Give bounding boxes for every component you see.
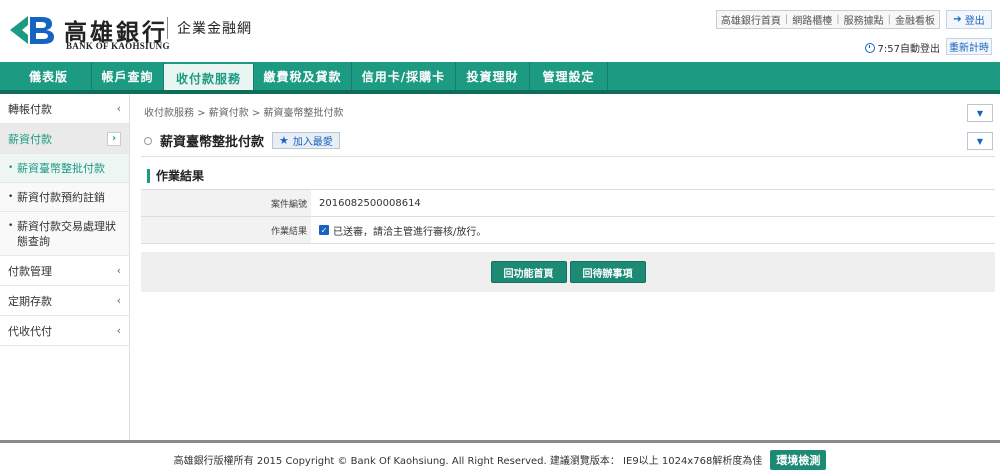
sidebar-subitem-salary-batch[interactable]: • 薪資臺幣整批付款 [0, 154, 129, 183]
top-link-separator: | [887, 14, 891, 25]
top-link-separator: | [836, 14, 840, 25]
sidebar-item-label: 代收代付 [8, 324, 52, 338]
bullet-icon: • [8, 192, 14, 202]
nav-tax-loans[interactable]: 繳費稅及貸款 [254, 62, 352, 90]
footer: 高雄銀行版權所有 2015 Copyright © Bank Of Kaohsi… [0, 443, 1000, 476]
logout-icon: ➔ [953, 14, 962, 25]
page-title: 薪資臺幣整批付款 [160, 135, 265, 150]
bullet-icon: • [8, 163, 14, 173]
top-link-homepage[interactable]: 高雄銀行首頁 [721, 12, 781, 27]
breadcrumb-dropdown-button[interactable]: ▼ [967, 104, 993, 122]
chevron-left-icon: ‹ [116, 102, 121, 115]
title-dropdown-button[interactable]: ▼ [967, 132, 993, 150]
sidebar-subitem-label: 薪資付款交易處理狀態查詢 [17, 220, 116, 248]
title-bullet-icon [144, 136, 152, 145]
sidebar-item-collection[interactable]: 代收代付 ‹ [0, 316, 129, 346]
top-link-finance-board[interactable]: 金融看板 [895, 12, 935, 27]
operation-result-value: 已送審，請洽主管進行審核/放行。 [333, 226, 487, 238]
chevron-right-icon: › [107, 131, 121, 146]
table-row: 案件編號 2016082500008614 [141, 190, 995, 217]
chevron-left-icon: ‹ [116, 324, 121, 337]
sidebar-item-label: 定期存款 [8, 294, 52, 308]
sidebar-item-label: 轉帳付款 [8, 102, 52, 116]
top-link-separator: | [784, 14, 789, 25]
title-divider [141, 156, 995, 157]
main-nav: 儀表版 帳戶查詢 收付款服務 繳費稅及貸款 信用卡/採購卡 投資理財 管理設定 [0, 62, 1000, 93]
renew-session-button[interactable]: 重新計時 [946, 38, 992, 55]
site-name: 企業金融網 [177, 21, 252, 37]
sidebar-item-label: 薪資付款 [8, 132, 52, 146]
table-row: 作業結果 ✓ 已送審，請洽主管進行審核/放行。 [141, 217, 995, 244]
top-link-online-counter[interactable]: 網路櫃檯 [792, 12, 832, 27]
bank-logo[interactable]: 高雄銀行 BANK OF KAOHSIUNG [8, 9, 170, 51]
nav-dashboard[interactable]: 儀表版 [6, 62, 92, 90]
sidebar-subitem-salary-status[interactable]: • 薪資付款交易處理狀態查詢 [0, 212, 129, 256]
nav-account-inquiry[interactable]: 帳戶查詢 [92, 62, 164, 90]
back-to-home-button[interactable]: 回功能首頁 [490, 261, 567, 283]
logo-english-name: BANK OF KAOHSIUNG [66, 41, 170, 51]
add-favorite-button[interactable]: ★ 加入最愛 [272, 132, 340, 149]
sidebar-item-payment-mgmt[interactable]: 付款管理 ‹ [0, 256, 129, 286]
logout-label: 登出 [964, 16, 985, 27]
breadcrumb: 收付款服務 > 薪資付款 > 薪資臺幣整批付款 [144, 108, 344, 119]
chevron-left-icon: ‹ [116, 264, 121, 277]
nav-settings[interactable]: 管理設定 [530, 62, 608, 90]
session-timer: 7:57自動登出 [864, 40, 940, 55]
environment-check-button[interactable]: 環境檢測 [770, 449, 827, 470]
sidebar-item-time-deposit[interactable]: 定期存款 ‹ [0, 286, 129, 316]
sidebar: 轉帳付款 ‹ 薪資付款 › • 薪資臺幣整批付款 • 薪資付款預約註銷 • 薪資… [0, 94, 130, 440]
action-bar: 回功能首頁 回待辦事項 [141, 252, 995, 292]
checkbox-checked-icon: ✓ [319, 225, 329, 235]
case-number-label: 案件編號 [141, 190, 311, 216]
sidebar-item-transfer[interactable]: 轉帳付款 ‹ [0, 94, 129, 124]
top-link-branches[interactable]: 服務據點 [844, 12, 884, 27]
clock-icon [864, 42, 875, 53]
sidebar-item-label: 付款管理 [8, 264, 52, 278]
back-to-pending-button[interactable]: 回待辦事項 [569, 261, 646, 283]
caret-down-icon: ▼ [976, 136, 984, 146]
logout-button[interactable]: ➔ 登出 [946, 10, 992, 29]
sidebar-subitem-salary-cancel[interactable]: • 薪資付款預約註銷 [0, 183, 129, 212]
footer-copyright: 高雄銀行版權所有 2015 Copyright © Bank Of Kaohsi… [173, 456, 763, 467]
result-table: 案件編號 2016082500008614 作業結果 ✓ 已送審，請洽主管進行審… [141, 189, 995, 244]
sidebar-subitem-label: 薪資付款預約註銷 [17, 191, 105, 204]
header: 高雄銀行 BANK OF KAOHSIUNG 企業金融網 高雄銀行首頁 | 網路… [0, 0, 1000, 62]
main-content: 收付款服務 > 薪資付款 > 薪資臺幣整批付款 ▼ 薪資臺幣整批付款 ★ 加入最… [141, 94, 995, 440]
section-title: 作業結果 [147, 167, 204, 184]
nav-investment[interactable]: 投資理財 [456, 62, 530, 90]
session-text: 7:57自動登出 [877, 44, 940, 55]
sidebar-subitem-label: 薪資臺幣整批付款 [17, 162, 105, 175]
sidebar-item-salary[interactable]: 薪資付款 › [0, 124, 129, 154]
nav-payment-services[interactable]: 收付款服務 [164, 62, 254, 93]
add-favorite-label: 加入最愛 [292, 137, 333, 148]
bank-logo-icon [10, 16, 54, 44]
nav-credit-card[interactable]: 信用卡/採購卡 [352, 62, 456, 90]
chevron-left-icon: ‹ [116, 294, 121, 307]
top-links: 高雄銀行首頁 | 網路櫃檯 | 服務據點 | 金融看板 [715, 10, 940, 29]
section-title-text: 作業結果 [156, 169, 205, 183]
case-number-value: 2016082500008614 [319, 197, 421, 209]
section-marker [147, 168, 150, 183]
star-icon: ★ [279, 134, 289, 147]
operation-result-label: 作業結果 [141, 217, 311, 243]
logo-separator [167, 17, 168, 39]
caret-down-icon: ▼ [976, 108, 984, 118]
bullet-icon: • [8, 221, 14, 231]
operation-result-cell: ✓ 已送審，請洽主管進行審核/放行。 [311, 217, 995, 243]
page-title-row: 薪資臺幣整批付款 ★ 加入最愛 [144, 131, 340, 150]
